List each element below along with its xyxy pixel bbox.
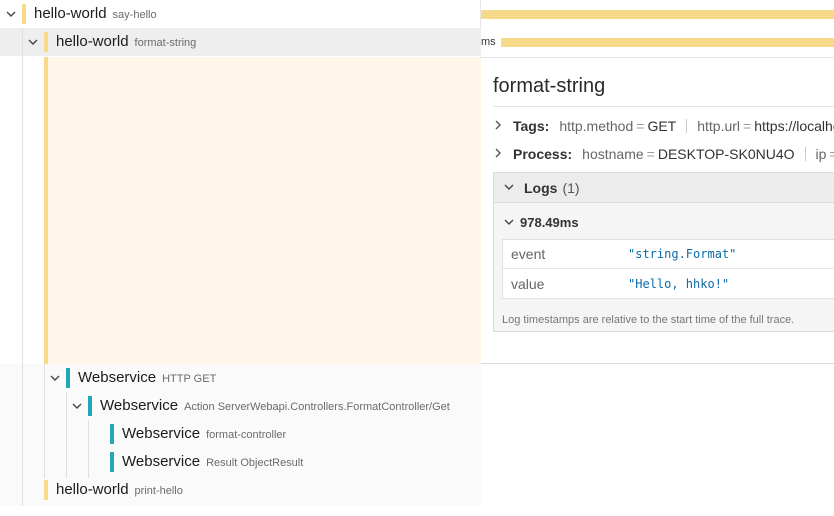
service-color-bar: [44, 480, 48, 500]
span-row-http-get[interactable]: Webservice HTTP GET: [0, 364, 481, 392]
span-row-format-controller[interactable]: Webservice format-controller: [0, 420, 481, 448]
service-color-bar: [66, 368, 70, 388]
service-name: hello-world: [56, 481, 129, 498]
logs-footnote: Log timestamps are relative to the start…: [502, 314, 795, 326]
service-color-bar: [110, 452, 114, 472]
process-row[interactable]: Process: hostname=DESKTOP-SK0NU4O ip=: [493, 144, 834, 164]
trace-view: ms hello-world say-hello hello-world forma…: [0, 0, 834, 516]
service-color-bar: [88, 396, 92, 416]
logs-label: Logs: [524, 179, 558, 196]
tag-value: https://localho: [754, 118, 834, 134]
tag-key: http.url: [697, 118, 741, 134]
service-name: Webservice: [122, 453, 201, 470]
span-name: Webservice Action ServerWebapi.Controller…: [100, 397, 450, 414]
equals-sign: =: [646, 146, 655, 162]
logs-section: Logs (1) 978.49ms event "string.Format" …: [493, 172, 834, 332]
equals-sign: =: [636, 118, 645, 134]
service-name: hello-world: [34, 5, 107, 22]
equals-sign: =: [743, 118, 752, 134]
tags-label: Tags:: [513, 118, 550, 134]
span-detail-color-bar: [44, 57, 48, 364]
logs-header[interactable]: Logs (1): [494, 173, 834, 203]
process-key: ip: [815, 146, 827, 162]
operation-name: print-hello: [134, 485, 183, 497]
span-row-say-hello[interactable]: hello-world say-hello: [0, 0, 481, 28]
tag-key: http.method: [559, 118, 634, 134]
log-field-value: "string.Format": [628, 247, 737, 261]
span-row-format-string[interactable]: hello-world format-string: [0, 28, 481, 56]
log-fields-table: event "string.Format" value "Hello, hhko…: [502, 239, 834, 299]
span-tree: hello-world say-hello hello-world format-s…: [0, 0, 481, 506]
span-detail-title: format-string: [493, 75, 606, 97]
span-name: hello-world format-string: [56, 33, 196, 50]
service-name: Webservice: [100, 397, 179, 414]
operation-name: Result ObjectResult: [206, 457, 304, 469]
span-duration-label: ms: [481, 36, 496, 48]
service-color-bar: [22, 4, 26, 24]
service-name: Webservice: [122, 425, 201, 442]
divider: [493, 106, 834, 107]
divider: [804, 147, 806, 161]
service-color-bar: [110, 424, 114, 444]
process-value: DESKTOP-SK0NU4O: [657, 146, 795, 162]
operation-name: Action ServerWebapi.Controllers.FormatCo…: [184, 401, 450, 413]
log-field-key: value: [511, 275, 545, 292]
operation-name: format-string: [134, 37, 197, 49]
operation-name: HTTP GET: [162, 373, 217, 385]
log-field-key: event: [511, 246, 546, 262]
operation-name: format-controller: [206, 429, 287, 441]
chevron-right-icon[interactable]: [493, 119, 505, 133]
tag-value: GET: [647, 118, 677, 134]
log-field-value: "Hello, hhko!": [628, 276, 730, 291]
span-bar-format-string[interactable]: [501, 38, 834, 47]
span-name: hello-world say-hello: [34, 5, 157, 22]
span-row-print-hello[interactable]: hello-world print-hello: [0, 476, 481, 504]
service-name: Webservice: [78, 369, 157, 386]
span-detail-panel: format-string Tags: http.method = GET http…: [481, 57, 834, 364]
divider: [686, 119, 688, 133]
chevron-down-icon[interactable]: [504, 216, 514, 230]
span-row-action-format-controller[interactable]: Webservice Action ServerWebapi.Controller…: [0, 392, 481, 420]
chevron-down-icon[interactable]: [504, 181, 514, 195]
log-field-row: value "Hello, hhko!": [503, 269, 834, 298]
service-color-bar: [44, 32, 48, 52]
operation-name: say-hello: [112, 9, 157, 21]
span-row-result-objectresult[interactable]: Webservice Result ObjectResult: [0, 448, 481, 476]
service-name: hello-world: [56, 33, 129, 50]
span-name: Webservice HTTP GET: [78, 369, 216, 386]
span-detail-left-fill: [46, 57, 481, 364]
process-label: Process:: [513, 146, 573, 162]
span-bar-say-hello[interactable]: [481, 10, 834, 19]
span-name: Webservice format-controller: [122, 425, 286, 442]
span-name: hello-world print-hello: [56, 481, 183, 498]
log-entry-time: 978.49ms: [520, 215, 579, 230]
chevron-down-icon[interactable]: [5, 8, 17, 20]
log-field-row: event "string.Format": [503, 240, 834, 269]
log-entry-header[interactable]: 978.49ms: [504, 215, 579, 230]
chevron-down-icon[interactable]: [49, 372, 61, 384]
equals-sign: =: [829, 146, 834, 162]
chevron-right-icon[interactable]: [493, 147, 505, 161]
tags-row[interactable]: Tags: http.method = GET http.url = https://l…: [493, 116, 834, 136]
logs-count: (1): [562, 179, 580, 196]
chevron-down-icon[interactable]: [27, 36, 39, 48]
process-key: hostname: [582, 146, 644, 162]
chevron-down-icon[interactable]: [71, 400, 83, 412]
span-name: Webservice Result ObjectResult: [122, 453, 303, 470]
